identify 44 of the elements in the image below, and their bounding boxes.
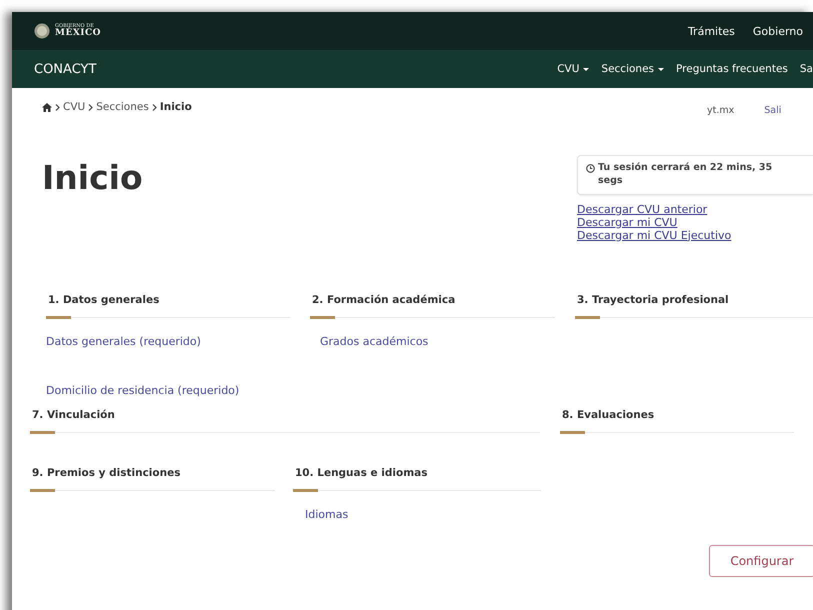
section-link[interactable]: Grados académicos xyxy=(320,335,428,348)
download-link[interactable]: Descargar mi CVU xyxy=(577,216,678,229)
accent-bar xyxy=(310,316,335,319)
top-link[interactable]: Gobierno xyxy=(752,24,803,38)
section-title: 8. Evaluaciones xyxy=(561,409,656,421)
seal-icon xyxy=(34,23,50,39)
accent-bar xyxy=(293,489,318,492)
accent-bar xyxy=(46,316,71,319)
clock-icon xyxy=(586,164,595,173)
chevron-icon xyxy=(88,104,94,110)
nav-item[interactable]: Preguntas frecuentes xyxy=(676,63,788,75)
user-link[interactable]: yt.mx xyxy=(707,105,734,116)
home-icon[interactable] xyxy=(42,102,52,112)
accent-bar xyxy=(575,316,600,319)
section-link[interactable]: Idiomas xyxy=(305,508,348,521)
breadcrumb-item: Inicio xyxy=(160,101,192,113)
accent-bar xyxy=(30,431,55,434)
accent-bar xyxy=(30,489,55,492)
section-title: 10. Lenguas e idiomas xyxy=(294,467,429,479)
user-link[interactable]: Sali xyxy=(764,105,782,116)
nav-item[interactable]: Sa xyxy=(800,63,813,75)
section-link[interactable]: Domicilio de residencia (requerido) xyxy=(46,384,240,397)
section-title: 3. Trayectoria profesional xyxy=(576,294,730,306)
site-brand[interactable]: CONACYT xyxy=(34,62,96,76)
download-link[interactable]: Descargar CVU anterior xyxy=(577,202,708,216)
section-link[interactable]: Datos generales (requerido) xyxy=(46,335,201,348)
section-title: 7. Vinculación xyxy=(31,409,116,421)
top-link[interactable]: Trámites xyxy=(688,24,735,38)
download-link[interactable]: Descargar mi CVU Ejecutivo xyxy=(577,228,732,242)
chevron-icon xyxy=(152,104,157,110)
chevron-icon xyxy=(55,104,60,110)
section-title: 1. Datos generales xyxy=(47,294,160,306)
nav-item[interactable]: CVU xyxy=(557,63,590,75)
section-title: 9. Premios y distinciones xyxy=(31,467,182,479)
accent-bar xyxy=(560,431,585,434)
session-text: Tu sesión cerrará en 22 mins, 35 segs xyxy=(598,162,773,188)
configure-button[interactable]: Configurar xyxy=(709,545,813,577)
breadcrumb-item[interactable]: Secciones xyxy=(96,101,149,113)
nav-item[interactable]: Secciones xyxy=(601,63,664,75)
section-title: 2. Formación académica xyxy=(311,294,456,306)
caret-icon xyxy=(583,68,590,70)
caret-icon xyxy=(658,68,664,70)
page-title: Inicio xyxy=(42,158,143,197)
breadcrumb-item[interactable]: CVU xyxy=(63,101,86,113)
